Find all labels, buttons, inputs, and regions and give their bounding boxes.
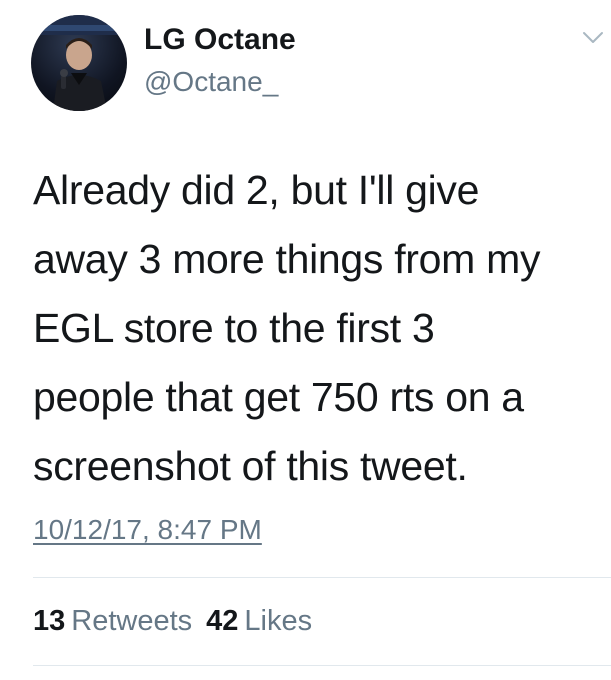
likes-count: 42	[206, 605, 239, 637]
author-display-name[interactable]: LG Octane	[144, 20, 296, 60]
retweets-label: Retweets	[71, 605, 193, 637]
tweet-text-line: away 3 more things from my	[33, 236, 541, 282]
avatar-image	[31, 15, 127, 111]
chevron-down-icon[interactable]	[582, 30, 604, 46]
tweet-card: LG Octane @Octane_ Already did 2, but I'…	[0, 0, 611, 680]
retweets-stat[interactable]: 13 Retweets	[33, 602, 192, 640]
author-handle[interactable]: @Octane_	[144, 64, 278, 100]
likes-stat[interactable]: 42 Likes	[206, 602, 312, 640]
avatar[interactable]	[31, 15, 127, 111]
engagement-stats: 13 Retweets 42 Likes	[33, 602, 326, 640]
divider	[33, 665, 611, 666]
tweet-text-line: EGL store to the first 3	[33, 305, 435, 351]
tweet-text-line: screenshot of this tweet.	[33, 443, 468, 489]
retweets-count: 13	[33, 605, 66, 637]
tweet-text-line: people that get 750 rts on a	[33, 374, 524, 420]
tweet-text: Already did 2, but I'll give away 3 more…	[33, 156, 603, 501]
tweet-timestamp-link[interactable]: 10/12/17, 8:47 PM	[33, 512, 262, 548]
tweet-text-line: Already did 2, but I'll give	[33, 167, 480, 213]
likes-label: Likes	[244, 605, 313, 637]
divider	[33, 577, 611, 578]
